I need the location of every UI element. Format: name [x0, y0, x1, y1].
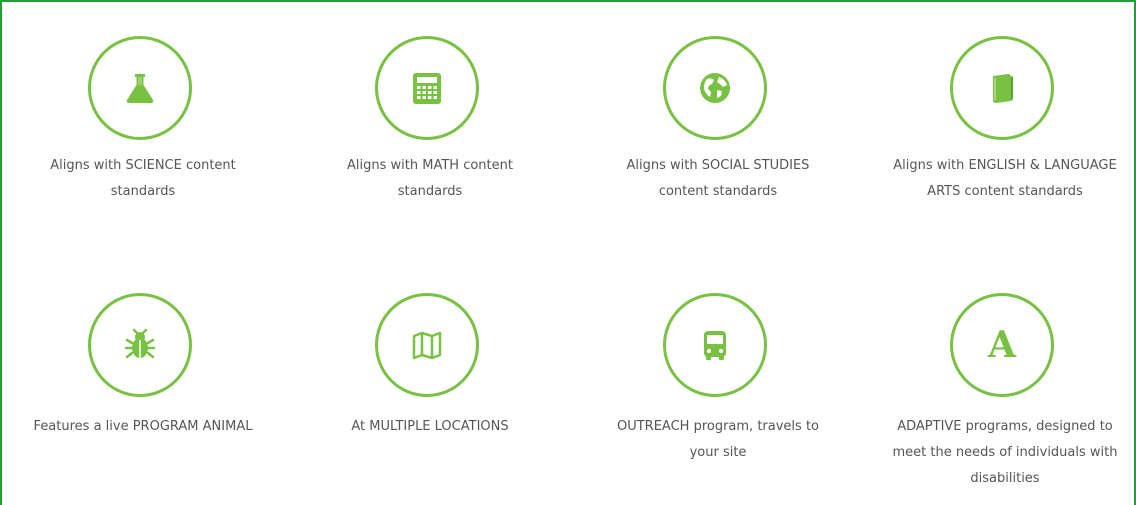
feature-program-animal-circle	[88, 293, 192, 397]
feature-outreach-label: OUTREACH program, travels to your site	[616, 419, 819, 460]
feature-science-label: Aligns with SCIENCE content standards	[50, 158, 236, 199]
flask-icon	[126, 74, 154, 103]
globe-icon	[700, 73, 730, 103]
map-icon	[412, 331, 442, 360]
feature-english-circle	[950, 36, 1054, 140]
letter-a-icon: A	[988, 324, 1016, 366]
feature-program-animal-label: Features a live PROGRAM ANIMAL	[33, 419, 253, 434]
feature-science-circle	[88, 36, 192, 140]
feature-locations-circle	[375, 293, 479, 397]
calculator-icon	[413, 73, 441, 104]
feature-adaptive-circle: A	[950, 293, 1054, 397]
feature-math-circle	[375, 36, 479, 140]
book-icon	[993, 74, 1013, 103]
bus-icon	[704, 331, 726, 360]
feature-social-studies-circle	[663, 36, 767, 140]
feature-social-studies-label: Aligns with SOCIAL STUDIES content stand…	[626, 158, 810, 199]
feature-english-label: Aligns with ENGLISH & LANGUAGE ARTS cont…	[893, 158, 1117, 199]
bug-icon	[124, 328, 156, 359]
feature-adaptive-label: ADAPTIVE programs, designed to meet the …	[892, 419, 1118, 486]
feature-math-label: Aligns with MATH content standards	[347, 158, 513, 199]
page-frame-left-edge	[0, 0, 2, 505]
feature-outreach-circle	[663, 293, 767, 397]
feature-locations-label: At MULTIPLE LOCATIONS	[351, 419, 509, 434]
